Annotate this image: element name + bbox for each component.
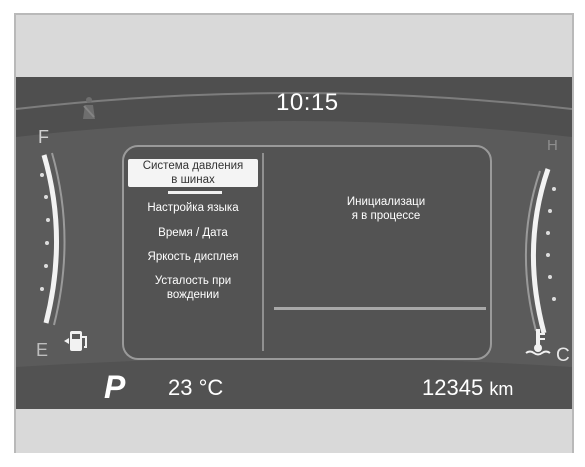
menu-item-language-settings[interactable]: Настройка языка [124,201,262,215]
temp-hot-label: H [547,137,558,154]
fuel-gauge-arc [40,152,66,326]
odometer-value: 12345 [422,375,484,400]
selection-underline [168,191,222,194]
bottom-band [16,409,572,453]
menu-item-label-line2: вождении [166,289,220,301]
odometer-unit: km [489,379,514,399]
odometer: 12345 km [422,375,513,401]
fuel-full-label: F [38,127,49,147]
cluster-display: 10:15 F E H C Система давления в шинах Н… [16,77,572,409]
initialization-progress-bar [274,307,486,310]
outside-temperature: 23 °C [168,375,224,400]
coolant-temperature-icon [525,329,551,356]
gear-indicator: P [104,369,126,405]
settings-menu-panel: Система давления в шинах Настройка языка… [122,145,492,360]
initialization-status: Инициализаци я в процессе [302,195,470,223]
menu-item-label-line1: Система давления [142,160,244,172]
temp-gauge-arc [524,168,556,334]
status-line1: Инициализаци [346,196,426,208]
fuel-pump-icon [64,331,87,351]
menu-divider [262,153,264,351]
instrument-cluster-frame: 10:15 F E H C Система давления в шинах Н… [14,13,574,453]
menu-item-tire-pressure-system[interactable]: Система давления в шинах [128,159,258,187]
top-band [16,15,572,77]
menu-item-label-line2: в шинах [171,174,215,186]
menu-item-time-date[interactable]: Время / Дата [124,226,262,240]
seatbelt-warning-icon [83,97,95,119]
menu-item-label-line1: Усталость при [154,275,232,287]
status-line2: я в процессе [351,210,421,222]
fuel-empty-label: E [36,340,49,360]
menu-item-driver-fatigue[interactable]: Усталость при вождении [124,274,262,302]
temp-cold-label: C [556,345,570,366]
clock-display: 10:15 [276,89,339,116]
menu-item-display-brightness[interactable]: Яркость дисплея [124,250,262,264]
